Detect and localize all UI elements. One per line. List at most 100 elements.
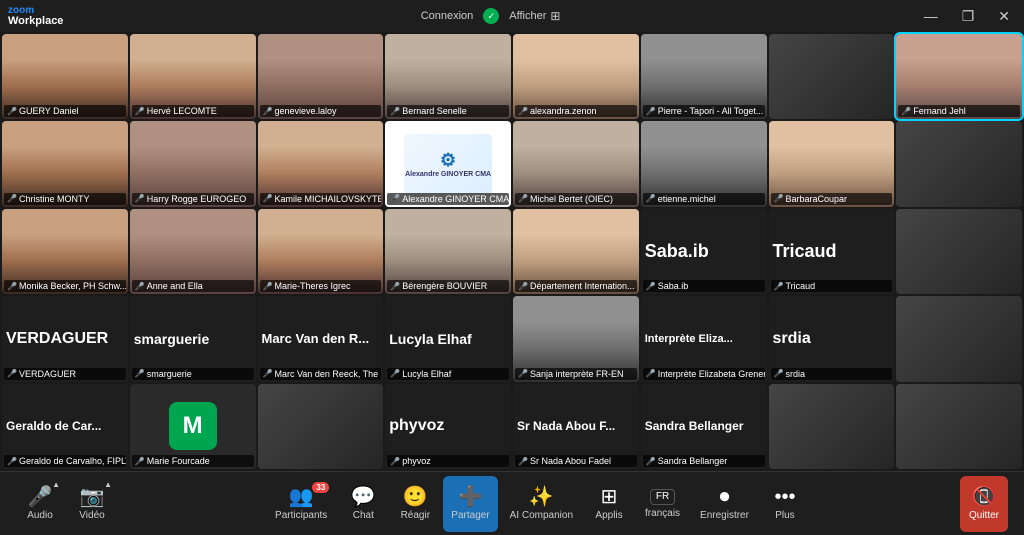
close-btn[interactable]: ✕ bbox=[992, 6, 1016, 27]
restore-btn[interactable]: ❐ bbox=[956, 6, 981, 27]
ai-companion-btn[interactable]: ✨ AI Companion bbox=[502, 476, 581, 532]
participant-cell-dept: 🎤 Département Internation... bbox=[513, 209, 639, 294]
name-tag-harry: 🎤 Harry Rogge EUROGEO bbox=[132, 193, 254, 205]
name-tag-0: 🎤 GUERY Daniel bbox=[4, 105, 126, 117]
name-tag-logo: 🎤 Alexandre GINOYER CMA bbox=[387, 193, 509, 205]
mic-icon-4: 🎤 bbox=[518, 107, 528, 116]
name-tag-interprete: 🎤 Interprète Elizabeta Greneron bbox=[643, 368, 765, 380]
ai-label: AI Companion bbox=[510, 510, 573, 521]
name-tag-tricaud: 🎤 Tricaud bbox=[771, 280, 893, 292]
participant-cell-fernand: 🎤 Fernand Jehl bbox=[896, 34, 1022, 119]
name-tag-barbara: 🎤 BarbaraCoupar bbox=[771, 193, 893, 205]
srdia-large-name: srdia bbox=[773, 330, 811, 348]
more-btn[interactable]: ••• Plus bbox=[761, 476, 809, 532]
react-btn[interactable]: 🙂 Réagir bbox=[391, 476, 439, 532]
participant-cell-smarguerie: smarguerie 🎤 smarguerie bbox=[130, 296, 256, 381]
participants-count-badge: 33 bbox=[312, 482, 329, 493]
ai-icon: ✨ bbox=[529, 487, 554, 507]
smarguerie-large-name: smarguerie bbox=[134, 331, 209, 347]
mic-icon-1: 🎤 bbox=[135, 107, 145, 116]
leave-btn[interactable]: 📵 Quitter bbox=[960, 476, 1008, 532]
participant-cell-sanja: 🎤 Sanja interprète FR-EN bbox=[513, 296, 639, 381]
record-label: Enregistrer bbox=[700, 510, 749, 521]
participants-btn[interactable]: 👥 Participants 33 bbox=[267, 476, 335, 532]
name-tag-lucyla: 🎤 Lucyla Elhaf bbox=[387, 368, 509, 380]
audio-muted-icon: 🎤 bbox=[28, 487, 53, 507]
minimize-btn[interactable]: — bbox=[918, 6, 944, 26]
participants-label: Participants bbox=[275, 510, 327, 521]
participant-cell-srnada: Sr Nada Abou F... 🎤 Sr Nada Abou Fadel bbox=[513, 384, 639, 469]
record-btn[interactable]: ⏺ Enregistrer bbox=[692, 476, 757, 532]
video-label: Vidéo bbox=[79, 510, 104, 521]
participant-cell-geraldo: Geraldo de Car... 🎤 Geraldo de Carvalho,… bbox=[2, 384, 128, 469]
video-caret-icon: ▲ bbox=[104, 480, 112, 489]
sandra-large-name: Sandra Bellanger bbox=[645, 419, 744, 433]
name-tag-saba: 🎤 Saba.ib bbox=[643, 280, 765, 292]
titlebar-controls: — ❐ ✕ bbox=[918, 6, 1016, 27]
toolbar-left: 🎤 Audio ▲ 📷 Vidéo ▲ bbox=[16, 476, 116, 532]
share-btn[interactable]: ➕ Partager bbox=[443, 476, 497, 532]
marc-large-name: Marc Van den R... bbox=[262, 331, 370, 346]
app-subtitle: Workplace bbox=[8, 16, 63, 27]
language-label: français bbox=[645, 508, 680, 519]
tricaud-large-name: Tricaud bbox=[773, 241, 837, 262]
view-btn[interactable]: Afficher ⊞ bbox=[509, 9, 560, 23]
titlebar-logo: zoom Workplace bbox=[8, 6, 63, 27]
name-tag-smarguerie: 🎤 smarguerie bbox=[132, 368, 254, 380]
name-tag-marie-f: 🎤 Marie Fourcade bbox=[132, 455, 254, 467]
participant-cell-3: 🎤 Bernard Senelle bbox=[385, 34, 511, 119]
leave-icon: 📵 bbox=[972, 487, 997, 507]
react-icon: 🙂 bbox=[403, 487, 428, 507]
name-tag-verdaguer: 🎤 VERDAGUER bbox=[4, 368, 126, 380]
participant-cell-empty3 bbox=[896, 209, 1022, 294]
more-icon: ••• bbox=[774, 487, 795, 507]
participant-cell-interprete: Interprète Eliza... 🎤 Interprète Elizabe… bbox=[641, 296, 767, 381]
srnada-large-name: Sr Nada Abou F... bbox=[517, 419, 615, 433]
name-tag-3: 🎤 Bernard Senelle bbox=[387, 105, 509, 117]
name-tag-michel: 🎤 Michel Bertet (OIEC) bbox=[515, 193, 637, 205]
participant-cell-lucyla: Lucyla Elhaf 🎤 Lucyla Elhaf bbox=[385, 296, 511, 381]
video-grid: 🎤 GUERY Daniel 🎤 Hervé LECOMTE 🎤 genevie… bbox=[0, 32, 1024, 471]
mic-icon-5: 🎤 bbox=[646, 107, 656, 116]
participant-cell-etienne: 🎤 etienne.michel bbox=[641, 121, 767, 206]
lucyla-large-name: Lucyla Elhaf bbox=[389, 331, 471, 347]
language-btn[interactable]: FR français bbox=[637, 476, 688, 532]
participant-cell-1: 🎤 Hervé LECOMTE bbox=[130, 34, 256, 119]
titlebar-center: Connexion Afficher ⊞ bbox=[421, 8, 561, 24]
video-btn[interactable]: 📷 Vidéo ▲ bbox=[68, 476, 116, 532]
name-tag-4: 🎤 alexandra.zenon bbox=[515, 105, 637, 117]
connection-btn[interactable]: Connexion bbox=[421, 10, 474, 22]
name-tag-berengere: 🎤 Bérengère BOUVIER bbox=[387, 280, 509, 292]
toolbar: 🎤 Audio ▲ 📷 Vidéo ▲ 👥 Participants 33 💬 … bbox=[0, 471, 1024, 535]
m-avatar: M bbox=[169, 402, 217, 450]
name-tag-dept: 🎤 Département Internation... bbox=[515, 280, 637, 292]
audio-btn[interactable]: 🎤 Audio ▲ bbox=[16, 476, 64, 532]
react-label: Réagir bbox=[401, 510, 430, 521]
phyvoz-large-name: phyvoz bbox=[389, 417, 444, 435]
name-tag-sanja: 🎤 Sanja interprète FR-EN bbox=[515, 368, 637, 380]
name-tag-phyvoz: 🎤 phyvoz bbox=[387, 455, 509, 467]
name-tag-anne: 🎤 Anne and Ella bbox=[132, 280, 254, 292]
toolbar-right: 📵 Quitter bbox=[960, 476, 1008, 532]
mic-icon-fernand: 🎤 bbox=[901, 107, 911, 116]
name-tag-2: 🎤 genevieve.laloy bbox=[260, 105, 382, 117]
view-grid-icon: ⊞ bbox=[550, 9, 560, 23]
mic-muted-icon-0: 🎤 bbox=[7, 107, 17, 116]
language-code: FR bbox=[650, 489, 675, 505]
participant-cell-empty bbox=[769, 34, 895, 119]
name-tag-sandra: 🎤 Sandra Bellanger bbox=[643, 455, 765, 467]
participant-cell-srdia: srdia 🎤 srdia bbox=[769, 296, 895, 381]
participant-cell-2: 🎤 genevieve.laloy bbox=[258, 34, 384, 119]
saba-large-name: Saba.ib bbox=[645, 241, 709, 262]
name-tag-srdia: 🎤 srdia bbox=[771, 368, 893, 380]
participant-cell-marie: 🎤 Marie-Theres Igrec bbox=[258, 209, 384, 294]
apps-label: Applis bbox=[595, 510, 622, 521]
name-tag-marc: 🎤 Marc Van den Reeck, The ... bbox=[260, 368, 382, 380]
name-tag-fernand: 🎤 Fernand Jehl bbox=[898, 105, 1020, 117]
apps-btn[interactable]: ⊞ Applis bbox=[585, 476, 633, 532]
participant-cell-4: 🎤 alexandra.zenon bbox=[513, 34, 639, 119]
participant-cell-barbara: 🎤 BarbaraCoupar bbox=[769, 121, 895, 206]
chat-btn[interactable]: 💬 Chat bbox=[339, 476, 387, 532]
participant-cell-marie-f: M 🎤 Marie Fourcade bbox=[130, 384, 256, 469]
participant-cell-empty6 bbox=[769, 384, 895, 469]
